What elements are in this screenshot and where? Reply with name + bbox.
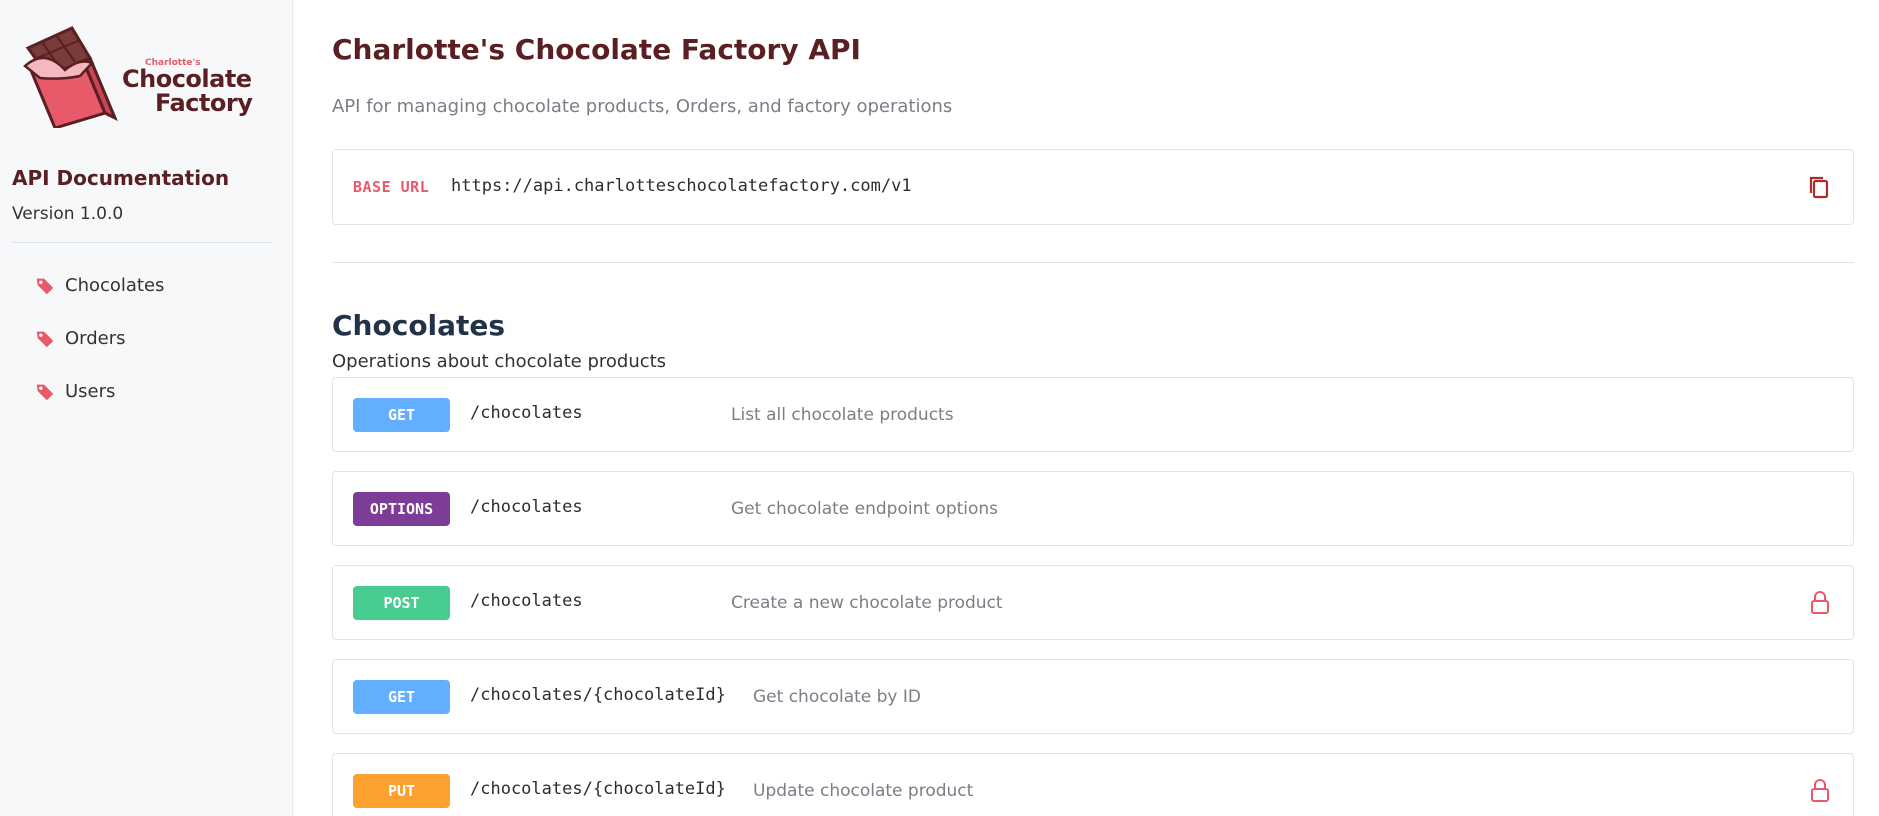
sidebar-item-users[interactable]: Users: [12, 365, 280, 418]
method-badge: GET: [353, 680, 450, 714]
tag-icon: [36, 331, 54, 347]
endpoint-row[interactable]: GET /chocolates List all chocolate produ…: [332, 377, 1854, 452]
sidebar-item-label: Users: [65, 381, 116, 402]
main-content: Charlotte's Chocolate Factory API API fo…: [332, 0, 1854, 816]
copy-icon[interactable]: [1807, 175, 1831, 201]
endpoint-path: /chocolates/{chocolateId}: [470, 685, 726, 705]
endpoint-row[interactable]: PUT /chocolates/{chocolateId} Update cho…: [332, 753, 1854, 816]
endpoint-summary: Get chocolate by ID: [753, 687, 921, 707]
endpoint-path: /chocolates/{chocolateId}: [470, 779, 726, 799]
section-description: Operations about chocolate products: [332, 351, 667, 372]
logo[interactable]: Charlotte's Chocolate Factory: [12, 16, 253, 131]
method-badge: OPTIONS: [353, 492, 450, 526]
base-url-box: BASE URL https://api.charlotteschocolate…: [332, 149, 1854, 225]
sidebar-divider: [12, 242, 272, 243]
method-badge: GET: [353, 398, 450, 432]
endpoint-path: /chocolates: [470, 403, 583, 423]
endpoint-path: /chocolates: [470, 591, 583, 611]
base-url-value[interactable]: https://api.charlotteschocolatefactory.c…: [451, 176, 912, 196]
endpoint-summary: Update chocolate product: [753, 781, 974, 801]
lock-icon[interactable]: [1809, 590, 1831, 616]
method-badge: PUT: [353, 774, 450, 808]
sidebar: Charlotte's Chocolate Factory API Docume…: [0, 0, 293, 816]
doc-title: API Documentation: [12, 166, 230, 190]
tag-icon: [36, 278, 54, 294]
endpoint-summary: List all chocolate products: [731, 405, 954, 425]
sidebar-item-label: Chocolates: [65, 275, 165, 296]
version-label: Version 1.0.0: [12, 204, 124, 224]
page-title: Charlotte's Chocolate Factory API: [332, 33, 861, 66]
sidebar-nav: Chocolates Orders Users: [12, 259, 280, 418]
sidebar-item-label: Orders: [65, 328, 126, 349]
endpoint-summary: Get chocolate endpoint options: [731, 499, 999, 519]
logo-line2: Factory: [155, 89, 253, 117]
endpoint-row[interactable]: POST /chocolates Create a new chocolate …: [332, 565, 1854, 640]
method-badge: POST: [353, 586, 450, 620]
section-divider: [332, 262, 1854, 263]
page-description: API for managing chocolate products, Ord…: [332, 96, 953, 117]
endpoint-row[interactable]: OPTIONS /chocolates Get chocolate endpoi…: [332, 471, 1854, 546]
endpoint-summary: Create a new chocolate product: [731, 593, 1003, 613]
section-title: Chocolates: [332, 309, 506, 342]
sidebar-item-orders[interactable]: Orders: [12, 312, 280, 365]
endpoint-row[interactable]: GET /chocolates/{chocolateId} Get chocol…: [332, 659, 1854, 734]
endpoint-path: /chocolates: [470, 497, 583, 517]
sidebar-item-chocolates[interactable]: Chocolates: [12, 259, 280, 312]
tag-icon: [36, 384, 54, 400]
chocolate-bar-icon: [23, 26, 118, 128]
lock-icon[interactable]: [1809, 778, 1831, 804]
base-url-label: BASE URL: [353, 178, 430, 196]
